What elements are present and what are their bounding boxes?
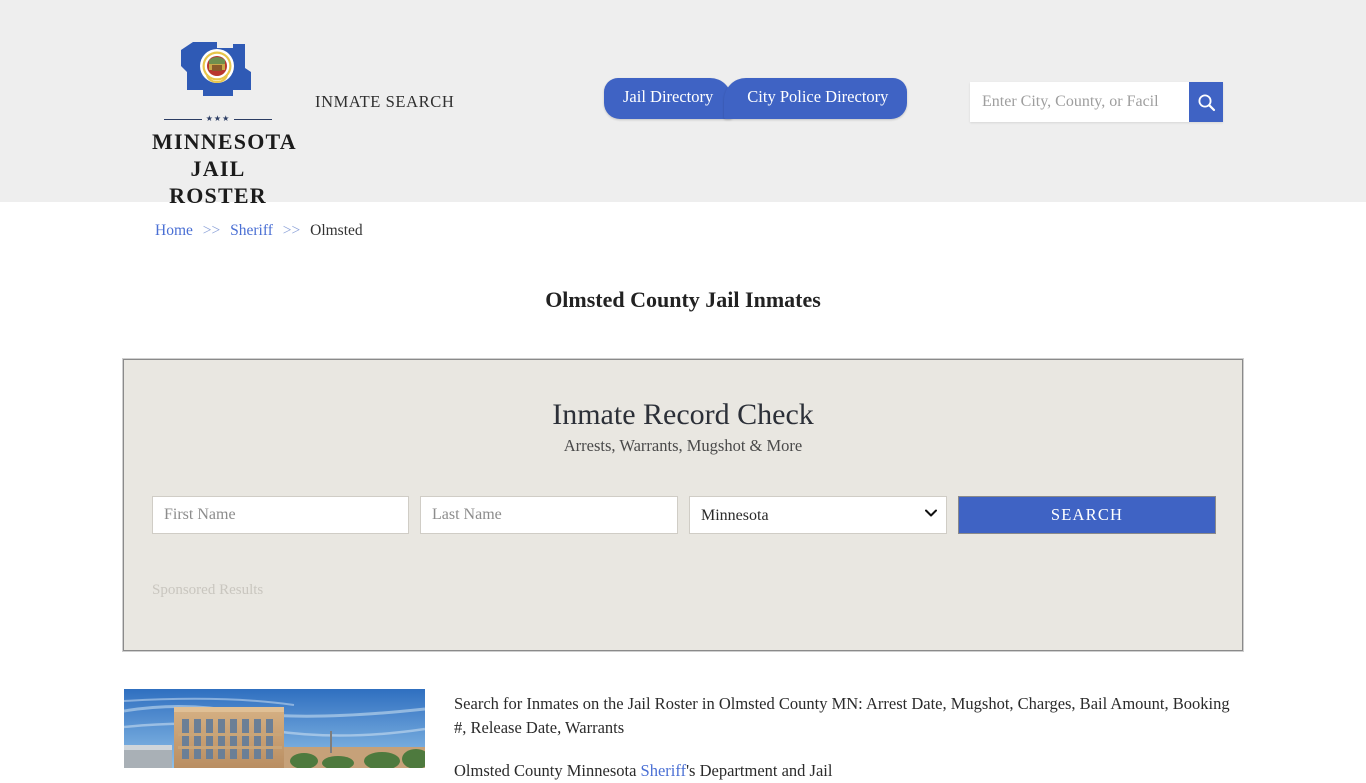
breadcrumb-separator-2: >> bbox=[282, 222, 301, 239]
card-subtitle: Arrests, Warrants, Mugshot & More bbox=[563, 436, 803, 455]
state-select-wrap: Minnesota bbox=[689, 496, 947, 534]
content-paragraph-2: Olmsted County Minnesota Sheriff's Depar… bbox=[454, 759, 1244, 783]
breadcrumb-item-sheriff[interactable]: Sheriff bbox=[230, 222, 273, 239]
content-paragraph-2-pre: Olmsted County Minnesota bbox=[454, 760, 641, 780]
header-inner: ★★★ MINNESOTA JAIL ROSTER INMATE SEARCH … bbox=[0, 0, 1366, 208]
breadcrumb: Home >> Sheriff >> Olmsted bbox=[155, 222, 363, 240]
logo-line-2: JAIL ROSTER bbox=[169, 155, 267, 208]
nav-jail-directory[interactable]: Jail Directory bbox=[604, 78, 733, 119]
county-building-photo[interactable] bbox=[124, 689, 425, 768]
last-name-input[interactable] bbox=[420, 496, 678, 534]
state-select[interactable]: Minnesota bbox=[689, 496, 947, 534]
first-name-input[interactable] bbox=[152, 496, 409, 534]
main-nav: Jail Directory City Police Directory bbox=[604, 78, 908, 119]
inmate-search-form: Minnesota SEARCH bbox=[152, 496, 1216, 534]
site-logo[interactable]: ★★★ MINNESOTA JAIL ROSTER bbox=[152, 38, 297, 209]
content-text: Search for Inmates on the Jail Roster in… bbox=[454, 692, 1244, 783]
record-search-button[interactable]: SEARCH bbox=[958, 496, 1216, 534]
nav-city-police-directory[interactable]: City Police Directory bbox=[724, 78, 908, 119]
logo-divider: ★★★ bbox=[164, 115, 272, 124]
breadcrumb-item-home[interactable]: Home bbox=[155, 222, 193, 239]
sponsored-results-label: Sponsored Results bbox=[152, 582, 264, 598]
search-icon bbox=[1198, 94, 1215, 111]
breadcrumb-separator-1: >> bbox=[202, 222, 221, 239]
page-title: Olmsted County Jail Inmates bbox=[545, 286, 821, 312]
content-paragraph-1: Search for Inmates on the Jail Roster in… bbox=[454, 694, 1230, 738]
logo-line-1: MINNESOTA bbox=[152, 129, 297, 154]
inmate-record-check-card: Inmate Record Check Arrests, Warrants, M… bbox=[123, 359, 1243, 651]
site-header: ★★★ MINNESOTA JAIL ROSTER INMATE SEARCH … bbox=[0, 0, 1366, 208]
site-tagline: INMATE SEARCH bbox=[315, 92, 455, 111]
sheriff-link[interactable]: Sheriff bbox=[641, 761, 687, 780]
breadcrumb-item-olmsted: Olmsted bbox=[310, 222, 363, 239]
content-paragraph-2-post: 's Department and Jail bbox=[686, 760, 833, 780]
card-title: Inmate Record Check bbox=[552, 398, 814, 431]
search-input[interactable] bbox=[970, 82, 1189, 122]
logo-rule-stars: ★★★ bbox=[205, 114, 231, 123]
minnesota-state-seal-icon bbox=[152, 38, 284, 113]
search-submit-button[interactable] bbox=[1189, 82, 1223, 122]
header-search bbox=[970, 82, 1223, 122]
